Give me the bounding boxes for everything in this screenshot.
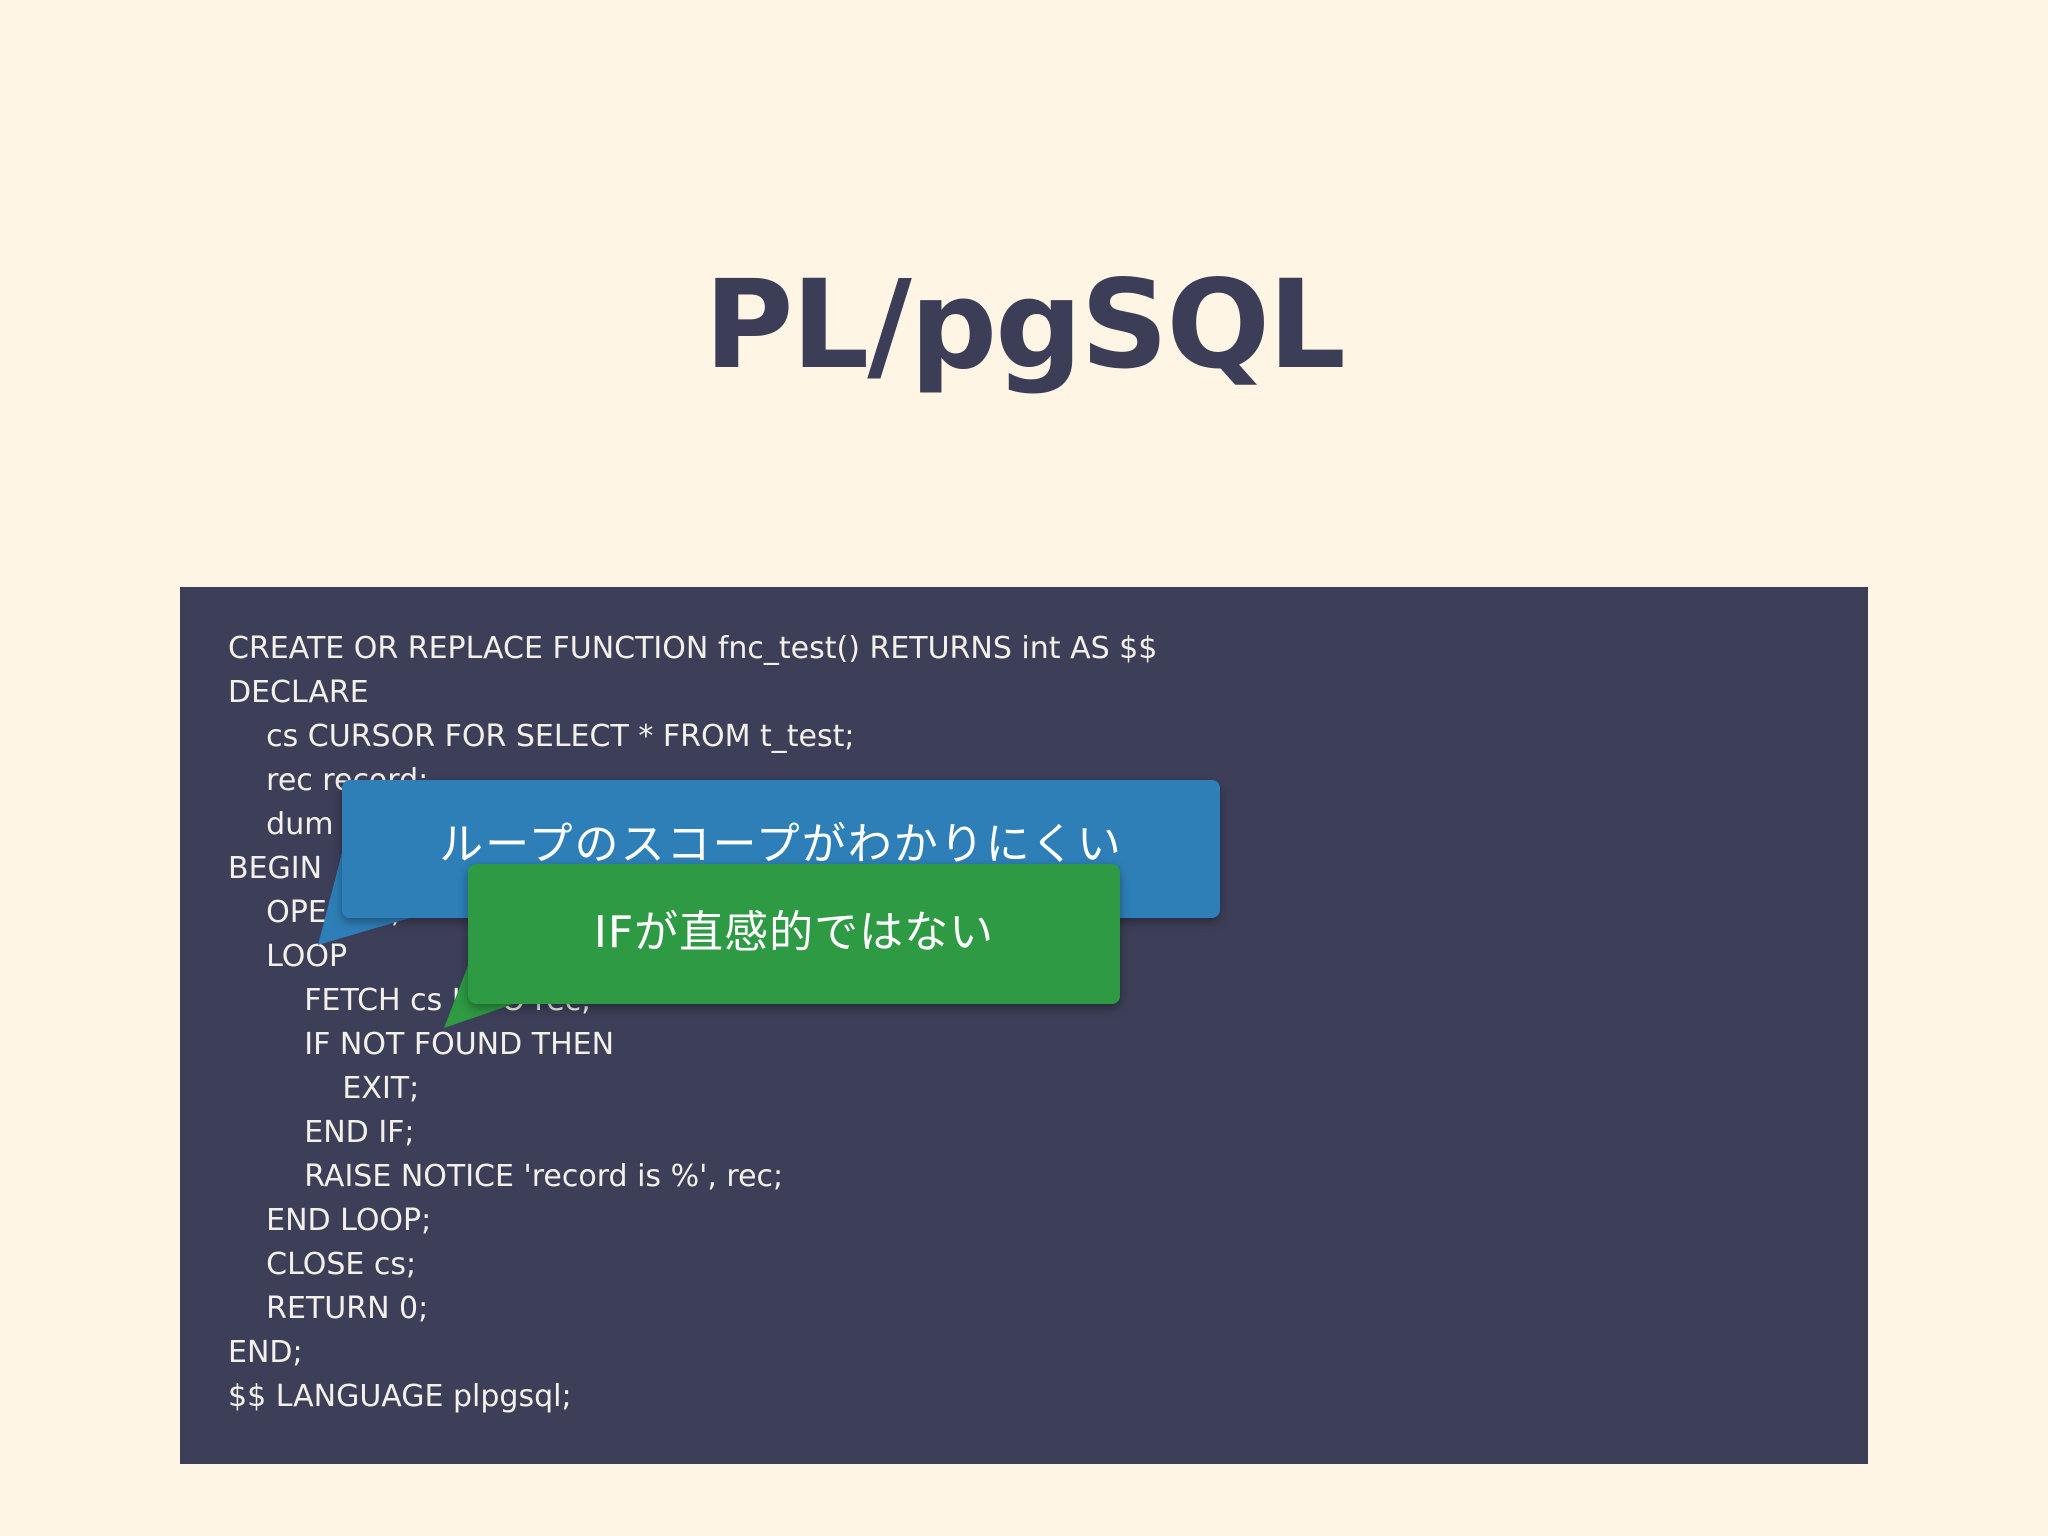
code-line: EXIT; [228,1071,420,1106]
code-line: RETURN 0; [228,1291,429,1326]
code-line: END LOOP; [228,1203,432,1238]
code-line: $$ LANGUAGE plpgsql; [228,1379,572,1414]
code-line: CLOSE cs; [228,1247,417,1282]
callout-if-intuitive: IFが直感的ではない [468,864,1120,1004]
code-panel: CREATE OR REPLACE FUNCTION fnc_test() RE… [180,587,1868,1464]
callout-if-intuitive-text: IFが直感的ではない [593,907,995,958]
code-line: END IF; [228,1115,415,1150]
code-line: DECLARE [228,675,369,710]
code-line: IF NOT FOUND THEN [228,1027,615,1062]
slide-title: PL/pgSQL [704,254,1346,396]
code-line: END; [228,1335,303,1370]
callout-loop-scope-text: ループのスコープがわかりにくい [439,819,1123,870]
code-line: cs CURSOR FOR SELECT * FROM t_test; [228,719,855,754]
code-line: RAISE NOTICE 'record is %', rec; [228,1159,784,1194]
code-block: CREATE OR REPLACE FUNCTION fnc_test() RE… [228,627,1157,1419]
code-line: CREATE OR REPLACE FUNCTION fnc_test() RE… [228,631,1158,666]
